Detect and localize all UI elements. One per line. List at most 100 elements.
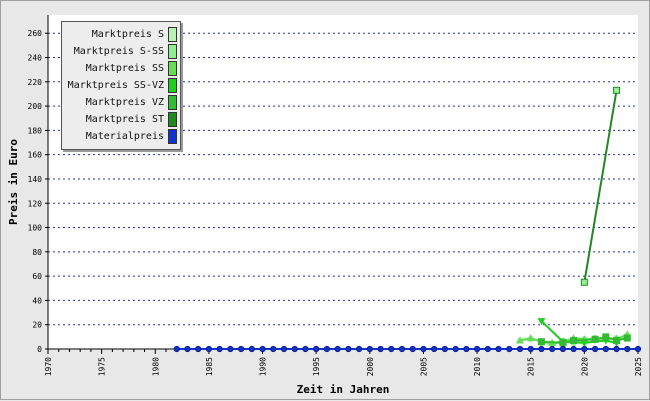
data-point [420,345,427,353]
legend-label: Marktpreis SS [85,63,164,74]
data-point [602,333,610,341]
x-tick-label: 2000 [366,357,375,376]
legend-swatch [168,129,177,144]
data-point [538,345,545,353]
legend-swatch [168,44,177,59]
data-point [398,345,406,353]
legend-item: Materialpreis [62,128,180,145]
legend-swatch [168,95,177,110]
legend-item: Marktpreis ST [62,111,180,128]
data-point [580,278,588,286]
data-point [205,345,213,353]
legend-label: Marktpreis VZ [85,97,164,108]
y-tick-label: 220 [28,78,43,87]
x-tick-label: 1990 [259,357,268,376]
data-point [377,345,384,353]
data-point [323,345,331,353]
data-point [591,335,599,343]
data-point [516,345,524,353]
legend: Marktpreis S Marktpreis S-SS Marktpreis SS… [61,21,181,150]
legend-label: Marktpreis S-SS [73,46,164,57]
data-point [602,345,609,353]
y-tick-label: 140 [28,175,43,184]
x-tick-label: 1985 [205,357,214,376]
series-marktpreis-st [580,86,621,286]
y-tick-label: 100 [28,224,43,233]
data-point [313,345,320,353]
data-point [463,345,470,353]
y-tick-label: 60 [32,272,42,281]
data-point [559,339,567,347]
legend-label: Marktpreis S [91,29,164,40]
data-point [280,345,288,353]
y-tick-label: 40 [32,296,42,305]
data-point [184,345,191,353]
data-point [366,345,373,353]
x-tick-label: 2005 [419,357,428,376]
data-point [559,345,567,353]
legend-swatch [168,78,177,93]
data-point [624,345,631,353]
y-tick-label: 240 [28,54,43,63]
y-tick-label: 160 [28,151,43,160]
y-tick-label: 180 [28,126,43,135]
data-point [570,345,577,353]
y-tick-label: 120 [28,199,43,208]
legend-swatch [168,27,177,42]
x-tick-label: 2015 [527,357,536,376]
data-point [591,345,599,353]
series-line [583,90,618,283]
legend-label: Marktpreis SS-VZ [67,80,164,91]
x-tick-label: 2010 [473,357,482,376]
data-point [441,345,449,353]
data-point [270,345,277,353]
y-tick-label: 80 [32,248,42,257]
chart-frame: 0 20 40 60 80 100 120 140 160 180 200 220 240 260 1970… [0,0,650,400]
data-point [549,345,556,353]
x-tick-label: 2020 [580,357,589,376]
x-tick-label: 1975 [98,357,107,376]
data-point [613,345,620,353]
legend-item: Marktpreis S-SS [62,43,180,60]
data-point [613,86,621,94]
y-tick-label: 0 [37,345,42,354]
legend-label: Marktpreis ST [85,114,164,125]
data-point [570,336,578,344]
y-axis-label: Preis in Euro [7,139,20,225]
data-point [623,334,631,342]
data-point [634,345,642,353]
data-point [473,345,481,353]
data-point [259,345,266,353]
x-tick-label: 2025 [634,357,643,376]
data-point [195,345,202,353]
data-point [527,345,534,353]
y-tick-label: 200 [28,102,43,111]
data-point [506,345,513,353]
data-point [248,345,255,353]
data-point [355,345,363,353]
data-point [173,345,180,353]
data-point [581,345,588,353]
data-point [291,345,298,353]
legend-item: Marktpreis SS-VZ [62,77,180,94]
data-point [302,345,309,353]
data-point [526,334,535,342]
data-point [334,345,341,353]
x-tick-label: 1980 [151,357,160,376]
data-point [613,336,621,344]
legend-label: Materialpreis [85,131,164,142]
data-point [431,345,438,353]
legend-item: Marktpreis VZ [62,94,180,111]
data-point [227,345,234,353]
series-materialpreis [173,345,642,353]
data-point [452,345,459,353]
y-tick-label: 260 [28,29,43,38]
data-point [409,345,416,353]
x-axis-label: Zeit in Jahren [297,383,390,396]
data-point [345,345,352,353]
data-point [388,345,395,353]
y-tick-label: 20 [32,321,42,330]
data-point [237,345,245,353]
x-tick-label: 1970 [44,357,53,376]
legend-item: Marktpreis SS [62,60,180,77]
